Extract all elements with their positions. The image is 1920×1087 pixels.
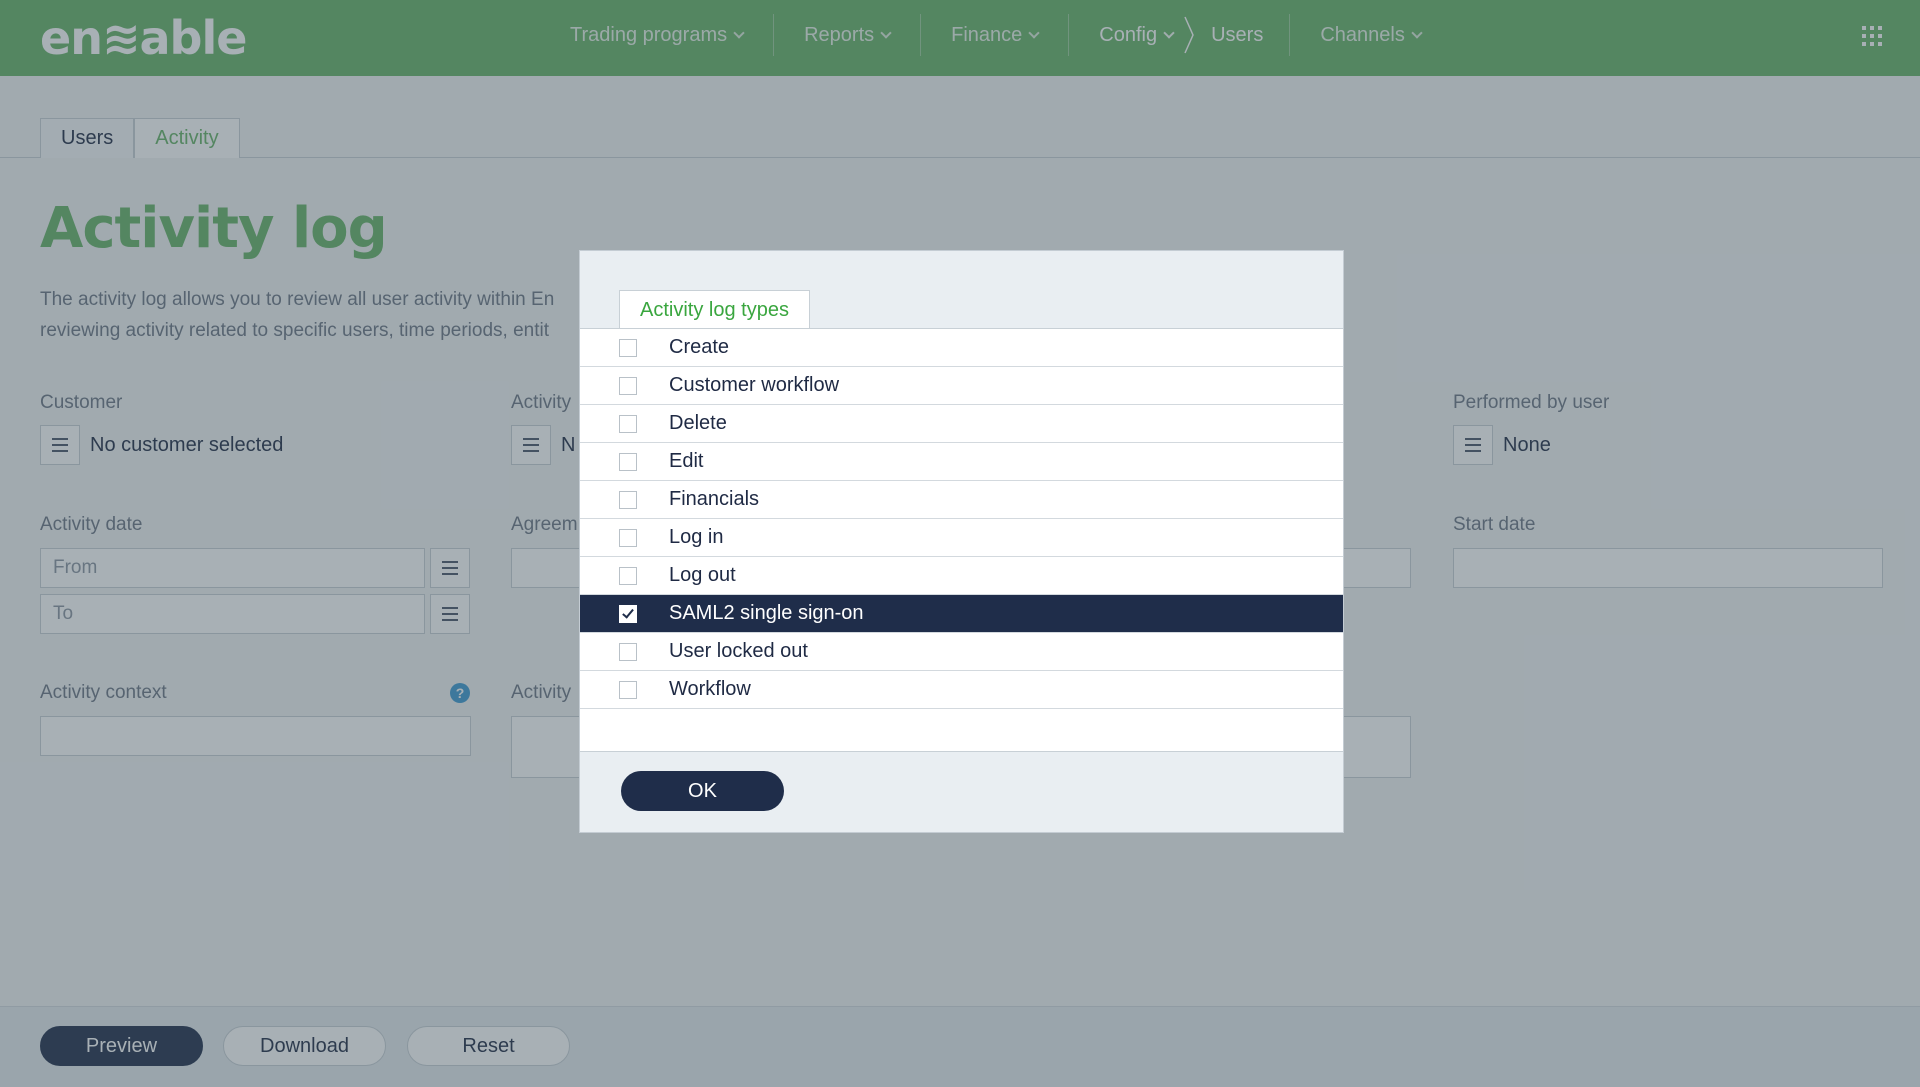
tab-activity-log-types[interactable]: Activity log types (619, 290, 810, 329)
list-item-create[interactable]: Create (580, 329, 1343, 367)
list-item-label: Financials (669, 488, 760, 510)
checkbox[interactable] (619, 376, 637, 395)
list-item-label: SAML2 single sign-on (669, 602, 864, 624)
activity-types-list: Create Customer workflow Delete Edit Fin… (580, 328, 1343, 752)
list-item-log-out[interactable]: Log out (580, 557, 1343, 595)
list-item-workflow[interactable]: Workflow (580, 671, 1343, 709)
checkbox[interactable] (619, 680, 637, 699)
checkbox[interactable] (619, 338, 637, 357)
checkbox[interactable] (619, 566, 637, 585)
checkbox[interactable] (619, 452, 637, 471)
list-item-label: Log out (669, 564, 736, 586)
list-item-user-locked-out[interactable]: User locked out (580, 633, 1343, 671)
list-item-label: Customer workflow (669, 374, 840, 396)
list-item-label: Create (669, 336, 730, 358)
list-item-log-in[interactable]: Log in (580, 519, 1343, 557)
checkbox[interactable] (619, 528, 637, 547)
checkbox-checked[interactable] (619, 604, 637, 623)
list-item-financials[interactable]: Financials (580, 481, 1343, 519)
list-item-label: User locked out (669, 640, 808, 662)
list-item-customer-workflow[interactable]: Customer workflow (580, 367, 1343, 405)
checkbox[interactable] (619, 414, 637, 433)
ok-button[interactable]: OK (621, 771, 784, 811)
list-item-delete[interactable]: Delete (580, 405, 1343, 443)
list-item-label: Delete (669, 412, 727, 434)
list-item-edit[interactable]: Edit (580, 443, 1343, 481)
checkbox[interactable] (619, 490, 637, 509)
checkbox[interactable] (619, 642, 637, 661)
list-item-saml2-single-sign-on[interactable]: SAML2 single sign-on (580, 595, 1343, 633)
checkmark-icon (622, 605, 634, 619)
list-item-label: Edit (669, 450, 704, 472)
list-item-label: Workflow (669, 678, 751, 700)
list-item-label: Log in (669, 526, 724, 548)
activity-log-types-dialog: Activity log types Create Customer workf… (579, 250, 1344, 833)
